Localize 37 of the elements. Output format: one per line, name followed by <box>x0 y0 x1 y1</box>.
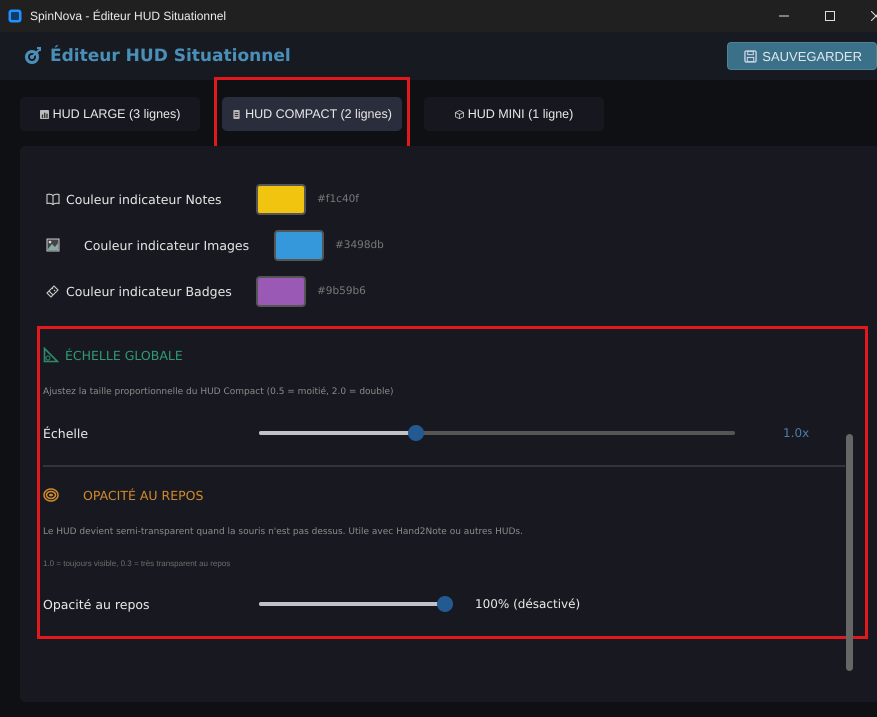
slider-reading: 100% (désactivé) <box>475 597 580 611</box>
maximize-icon[interactable] <box>825 11 835 21</box>
page-title: Éditeur HUD Situationnel <box>50 46 291 66</box>
slider-label: Opacité au repos <box>43 596 151 612</box>
color-hex: #9b59b6 <box>317 285 366 297</box>
save-button[interactable]: SAUVEGARDER <box>727 42 877 70</box>
target-icon <box>24 47 42 65</box>
slider-reading: 1.0x <box>783 426 810 440</box>
bar-chart-icon <box>40 110 49 118</box>
spiral-icon <box>43 487 59 503</box>
section-description: Le HUD devient semi-transparent quand la souris n'est pas dessus. Utile avec Hand2Note ou autres HUDs. <box>43 527 524 537</box>
color-label: Couleur indicateur Notes <box>66 192 223 206</box>
color-label: Couleur indicateur Images <box>83 238 250 252</box>
tab[interactable]: HUD MINI (1 ligne) <box>424 97 604 131</box>
color-swatch[interactable] <box>274 230 324 260</box>
color-hex: #f1c40f <box>317 193 360 205</box>
slider-thumb[interactable] <box>437 596 453 612</box>
color-label: Couleur indicateur Badges <box>66 284 233 298</box>
color-swatch[interactable] <box>256 184 306 214</box>
open-book-icon <box>46 192 60 206</box>
section-title: ÉCHELLE GLOBALE <box>65 348 183 362</box>
document-icon <box>232 110 242 118</box>
section-description: Ajustez la taille proportionnelle du HUD Compact (0.5 = moitié, 2.0 = double) <box>43 387 394 397</box>
scrollbar[interactable] <box>846 434 853 671</box>
slider-label: Échelle <box>43 426 90 440</box>
color-swatch[interactable] <box>256 276 306 306</box>
section-title: OPACITÉ AU REPOS <box>83 488 204 502</box>
window-title: SpinNova - Éditeur HUD Situationnel <box>30 9 226 23</box>
tab[interactable]: HUD COMPACT (2 lignes) <box>222 97 402 131</box>
cube-icon <box>454 110 464 118</box>
slider-thumb[interactable] <box>408 425 424 441</box>
section-note: 1.0 = toujours visible, 0.3 = très transparent au repos <box>43 559 232 568</box>
color-hex: #3498db <box>335 239 384 251</box>
ticket-icon <box>46 284 60 298</box>
picture-icon <box>46 238 60 252</box>
tab[interactable]: HUD LARGE (3 lignes) <box>20 97 200 131</box>
app-icon <box>8 9 22 23</box>
